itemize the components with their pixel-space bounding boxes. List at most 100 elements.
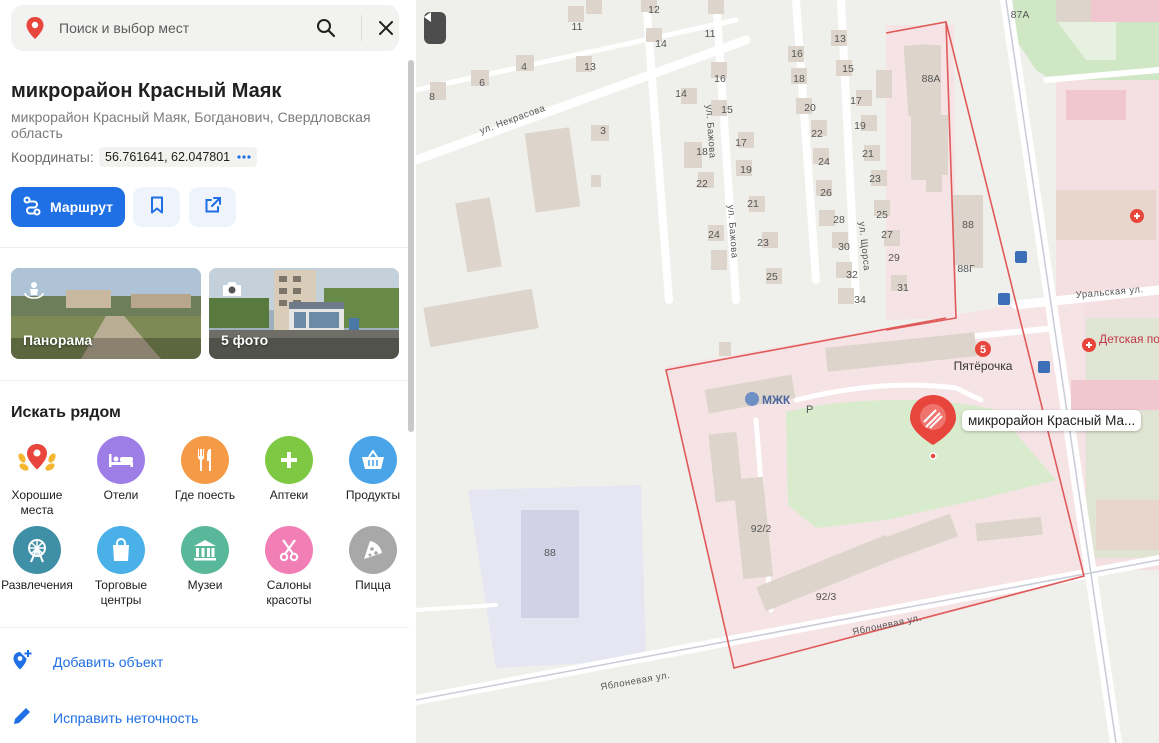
svg-text:31: 31 [897, 282, 909, 294]
search-divider [361, 15, 362, 41]
search-icon[interactable] [313, 15, 339, 41]
place-marker-label[interactable]: микрорайон Красный Ма... [962, 410, 1142, 431]
category-good-places[interactable]: Хорошие места [0, 436, 79, 518]
fix-mistake-label: Исправить неточность [53, 709, 199, 726]
svg-text:19: 19 [740, 164, 752, 176]
svg-text:15: 15 [842, 63, 854, 75]
svg-text:21: 21 [862, 148, 874, 160]
svg-text:19: 19 [854, 120, 866, 132]
bookmark-button[interactable] [133, 187, 180, 227]
svg-text:11: 11 [572, 21, 583, 33]
category-label: Салоны красоты [266, 578, 312, 607]
svg-text:13: 13 [834, 33, 846, 45]
svg-text:28: 28 [833, 214, 845, 226]
svg-text:88А: 88А [922, 73, 941, 85]
more-icon[interactable] [231, 147, 257, 167]
svg-text:24: 24 [708, 229, 720, 241]
svg-text:14: 14 [655, 38, 667, 50]
svg-text:5: 5 [980, 344, 986, 356]
route-button-label: Маршрут [50, 199, 114, 215]
coordinates-label: Координаты: [11, 149, 94, 165]
svg-text:29: 29 [888, 252, 900, 264]
svg-text:87А: 87А [1011, 9, 1030, 21]
svg-text:92/2: 92/2 [751, 523, 772, 535]
category-pizza[interactable]: Пицца [331, 526, 415, 593]
category-label: Музеи [187, 578, 223, 592]
divider [0, 380, 409, 381]
collapse-sidebar-button[interactable] [424, 12, 446, 44]
svg-text:30: 30 [838, 241, 850, 253]
hospital-poi[interactable] [1130, 209, 1144, 223]
nearby-title: Искать рядом [11, 404, 121, 421]
map-layer[interactable]: ул. Некрасова ул. Бажова ул. Бажова ул. … [416, 0, 1159, 743]
category-hotels[interactable]: Отели [79, 436, 163, 503]
search-box[interactable]: Поиск и выбор мест [11, 5, 399, 51]
svg-text:13: 13 [584, 61, 596, 73]
svg-text:3: 3 [600, 125, 606, 137]
svg-text:34: 34 [854, 294, 866, 306]
svg-text:26: 26 [820, 187, 832, 199]
divider [0, 627, 409, 628]
svg-text:18: 18 [793, 73, 805, 85]
add-object-link[interactable]: Добавить объект [11, 649, 163, 674]
category-groceries[interactable]: Продукты [331, 436, 415, 503]
svg-text:15: 15 [721, 104, 733, 116]
category-food[interactable]: Где поесть [163, 436, 247, 503]
store-label: Пятёрочка [954, 359, 1013, 373]
svg-text:23: 23 [757, 237, 769, 249]
svg-text:20: 20 [804, 102, 816, 114]
camera-icon [221, 280, 243, 303]
category-malls[interactable]: Торговые центры [79, 526, 163, 608]
category-pharmacies[interactable]: Аптеки [247, 436, 331, 503]
svg-text:88: 88 [962, 219, 974, 231]
place-address: микрорайон Красный Маяк, Богданович, Све… [11, 109, 371, 141]
svg-text:32: 32 [846, 269, 858, 281]
scissors-icon [265, 526, 313, 574]
bed-icon [97, 436, 145, 484]
svg-text:11: 11 [705, 28, 716, 40]
share-button[interactable] [189, 187, 236, 227]
svg-text:4: 4 [521, 61, 527, 73]
panorama-card[interactable]: Панорама [11, 268, 201, 359]
category-label: Развлечения [1, 578, 73, 592]
panorama-icon [23, 280, 45, 305]
svg-text:25: 25 [766, 271, 778, 283]
category-entertainment[interactable]: Развлечения [0, 526, 79, 593]
route-button[interactable]: Маршрут [11, 187, 125, 227]
svg-text:14: 14 [675, 88, 687, 100]
add-object-label: Добавить объект [53, 653, 164, 670]
sidebar-scrollbar[interactable] [408, 60, 414, 432]
plus-icon [265, 436, 313, 484]
svg-text:Р: Р [806, 404, 813, 416]
ferris-wheel-icon [13, 526, 61, 574]
photos-card[interactable]: 5 фото [209, 268, 399, 359]
search-input[interactable]: Поиск и выбор мест [59, 20, 189, 36]
add-location-icon [11, 649, 33, 674]
map-pin-icon [25, 16, 45, 45]
pizza-icon [349, 526, 397, 574]
svg-text:22: 22 [811, 128, 823, 140]
panorama-label: Панорама [23, 332, 93, 348]
svg-text:24: 24 [818, 156, 830, 168]
shopping-bag-icon [97, 526, 145, 574]
museum-icon [181, 526, 229, 574]
coordinates-value[interactable]: 56.761641, 62.047801 [99, 147, 237, 167]
place-sidebar: Поиск и выбор мест микрорайон Красный Ма… [0, 0, 416, 743]
svg-text:88: 88 [544, 547, 556, 559]
map-canvas[interactable]: ул. Некрасова ул. Бажова ул. Бажова ул. … [416, 0, 1159, 743]
category-beauty[interactable]: Салоны красоты [247, 526, 331, 608]
category-museums[interactable]: Музеи [163, 526, 247, 593]
category-label: Пицца [355, 578, 391, 592]
photos-label: 5 фото [221, 332, 269, 348]
place-title: микрорайон Красный Маяк [11, 80, 282, 102]
svg-text:22: 22 [696, 178, 708, 190]
share-icon [204, 196, 222, 219]
category-label: Продукты [345, 488, 401, 502]
route-icon [22, 196, 42, 219]
close-icon[interactable] [373, 15, 399, 41]
svg-text:12: 12 [648, 4, 660, 16]
category-label: Торговые центры [94, 578, 148, 607]
svg-text:23: 23 [869, 173, 881, 185]
bookmark-icon [150, 196, 164, 219]
fix-mistake-link[interactable]: Исправить неточность [11, 705, 198, 730]
